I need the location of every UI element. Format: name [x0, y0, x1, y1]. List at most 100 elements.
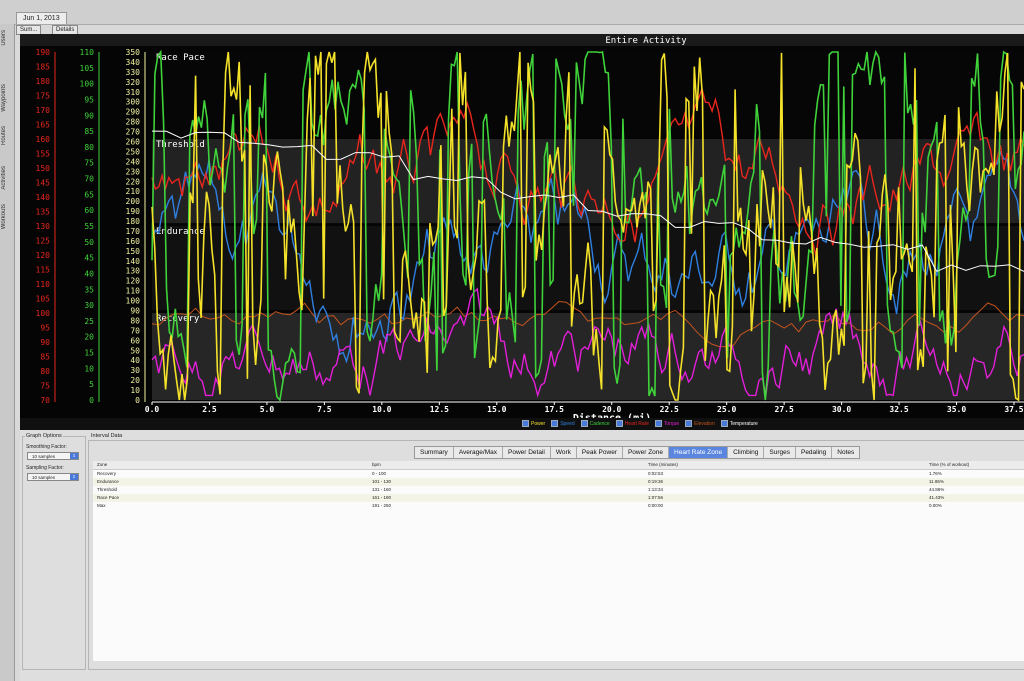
legend-item-temperature[interactable]: Temperature: [720, 420, 758, 427]
y-tick-label: 0: [89, 396, 94, 405]
y-tick-label: 30: [130, 366, 140, 375]
heart-rate-zone-table: Zone bpm Time (minutes) Time (% of workout)…: [93, 461, 1024, 661]
tab-surges[interactable]: Surges: [764, 447, 796, 458]
legend-item-heart-rate[interactable]: Heart Rate: [615, 420, 649, 427]
tab-work[interactable]: Work: [551, 447, 577, 458]
legend-item-elevation[interactable]: Elevation: [685, 420, 715, 427]
zone-label: Recovery: [156, 314, 200, 324]
tab-power-zone[interactable]: Power Zone: [623, 447, 670, 458]
smoothing-factor-select[interactable]: 10 samples ⇕: [27, 452, 79, 460]
checkbox-icon[interactable]: [685, 420, 693, 427]
table-cell: 131 - 160: [372, 487, 392, 492]
checkbox-icon[interactable]: [580, 420, 588, 427]
tab-summary[interactable]: Summary: [415, 447, 454, 458]
checkbox-icon[interactable]: [615, 420, 623, 427]
y-tick-label: 60: [84, 206, 94, 215]
chart-title-bar: [20, 34, 1024, 46]
y-tick-label: 150: [126, 247, 141, 256]
checkbox-icon[interactable]: [522, 420, 529, 427]
y-tick-label: 280: [126, 118, 141, 127]
y-tick-label: 230: [126, 167, 141, 176]
y-tick-label: 100: [80, 80, 95, 89]
y-tick-label: 180: [36, 77, 51, 86]
y-tick-label: 90: [40, 338, 50, 347]
table-row[interactable]: Max 191 - 250 0:00:00 0.00%: [93, 502, 1024, 510]
y-tick-label: 165: [36, 121, 51, 130]
tab-pedaling[interactable]: Pedaling: [796, 447, 833, 458]
tab-peak-power[interactable]: Peak Power: [577, 447, 623, 458]
y-tick-label: 110: [80, 48, 95, 57]
y-tick-label: 85: [40, 353, 50, 362]
tab-power-detail[interactable]: Power Detail: [503, 447, 551, 458]
sidebar-item-routes[interactable]: Routes: [1, 126, 7, 145]
legend-label: Elevation: [694, 420, 715, 427]
y-tick-label: 100: [126, 297, 141, 306]
activity-chart-svg: Entire ActivityRace PaceThresholdEnduran…: [20, 34, 1024, 424]
table-row[interactable]: Race Pace 161 - 190 1:07:56 41.43%: [93, 494, 1024, 502]
x-tick-label: 0.0: [145, 405, 160, 414]
activity-chart[interactable]: Entire Activity Race Pace Threshold Enduran…: [20, 34, 1024, 430]
table-cell: Recovery: [97, 471, 117, 476]
table-row[interactable]: Recovery 0 - 100 0:02:53 1.76%: [93, 470, 1024, 478]
y-tick-label: 290: [126, 108, 141, 117]
sampling-factor-select[interactable]: 10 samples ⇕: [27, 473, 79, 481]
legend-item-cadence[interactable]: Cadence: [580, 420, 610, 427]
checkbox-icon[interactable]: [654, 420, 662, 427]
spinner-arrows-icon[interactable]: ⇕: [70, 474, 78, 480]
x-tick-label: 7.5: [317, 405, 332, 414]
table-cell: 11.95%: [929, 479, 944, 484]
y-tick-label: 125: [36, 237, 51, 246]
sidebar-item-activities[interactable]: Activities: [1, 166, 7, 190]
y-tick-label: 40: [84, 269, 94, 278]
y-tick-label: 155: [36, 150, 51, 159]
y-tick-label: 105: [36, 295, 51, 304]
tab-climbing[interactable]: Climbing: [728, 447, 765, 458]
y-tick-label: 15: [84, 349, 94, 358]
x-tick-label: 17.5: [545, 405, 564, 414]
sidebar-item-workouts[interactable]: Workouts: [1, 204, 7, 229]
y-tick-label: 25: [84, 317, 94, 326]
y-tick-label: 85: [84, 127, 94, 136]
y-tick-label: 250: [126, 147, 141, 156]
interval-tabs: Summary Average/Max Power Detail Work Peak P…: [414, 446, 861, 459]
y-tick-label: 160: [126, 237, 141, 246]
table-cell: 1:07:56: [648, 495, 664, 500]
y-tick-label: 130: [36, 222, 51, 231]
y-tick-label: 0: [135, 396, 140, 405]
table-row[interactable]: Threshold 131 - 160 1:13:34 44.86%: [93, 486, 1024, 494]
y-tick-label: 190: [126, 207, 141, 216]
activity-document-tab[interactable]: Jun 1, 2013: [16, 12, 67, 24]
table-row[interactable]: Endurance 101 - 130 0:19:36 11.95%: [93, 478, 1024, 486]
y-tick-label: 145: [36, 179, 51, 188]
sidebar-item-waypoints[interactable]: Waypoints: [1, 84, 7, 112]
table-cell: Threshold: [97, 487, 118, 492]
table-cell: Race Pace: [97, 495, 120, 500]
legend-label: Speed: [560, 420, 575, 427]
y-tick-label: 70: [130, 326, 140, 335]
tab-average-max[interactable]: Average/Max: [454, 447, 503, 458]
y-tick-label: 120: [126, 277, 141, 286]
y-tick-label: 105: [80, 64, 95, 73]
legend-item-speed[interactable]: Speed: [551, 420, 575, 427]
tab-notes[interactable]: Notes: [832, 447, 859, 458]
y-tick-label: 260: [126, 137, 141, 146]
column-header: bpm: [372, 462, 381, 467]
table-cell: 0:00:00: [648, 503, 664, 508]
smoothing-factor-label: Smoothing Factor:: [26, 444, 67, 450]
zone-band: [152, 52, 1024, 137]
spinner-arrows-icon[interactable]: ⇕: [70, 453, 78, 459]
legend-item-torque[interactable]: Torque: [654, 420, 679, 427]
y-tick-label: 90: [84, 111, 94, 120]
checkbox-icon[interactable]: [551, 420, 559, 427]
y-tick-label: 170: [36, 106, 51, 115]
table-cell: 1:13:34: [648, 487, 664, 492]
tab-heart-rate-zone[interactable]: Heart Rate Zone: [669, 447, 729, 458]
x-tick-label: 35.0: [947, 405, 966, 414]
table-cell: Max: [97, 503, 106, 508]
legend-item-power[interactable]: Power: [522, 420, 545, 427]
x-tick-label: 25.0: [717, 405, 736, 414]
sidebar-item-users[interactable]: Users: [1, 30, 7, 46]
legend-label: Power: [531, 420, 546, 427]
column-header: Zone: [97, 462, 108, 467]
checkbox-icon[interactable]: [720, 420, 728, 427]
